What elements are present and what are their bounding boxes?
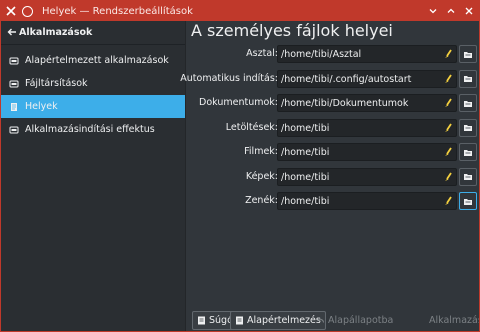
location-row: Filmek:/home/tibi bbox=[186, 143, 479, 161]
apply-button[interactable]: Alkalmazás bbox=[424, 311, 479, 330]
browse-folder-button[interactable] bbox=[459, 69, 477, 88]
location-path-value: /home/tibi/Dokumentumok bbox=[281, 98, 409, 109]
browse-folder-button[interactable] bbox=[459, 45, 477, 63]
clear-text-icon[interactable] bbox=[443, 147, 453, 158]
close-button[interactable] bbox=[462, 4, 476, 18]
browse-folder-button[interactable] bbox=[459, 167, 477, 186]
location-path-input[interactable]: /home/tibi/Dokumentumok bbox=[277, 94, 457, 112]
clear-text-icon[interactable] bbox=[443, 172, 453, 183]
sidebar-item-default-apps[interactable]: Alapértelmezett alkalmazások bbox=[1, 49, 185, 72]
window-title: Helyek — Rendszerbeállítások bbox=[42, 5, 193, 17]
location-path-value: /home/tibi bbox=[281, 171, 330, 183]
location-label: Asztal: bbox=[246, 48, 278, 59]
browse-folder-button[interactable] bbox=[459, 143, 477, 161]
folder-open-icon bbox=[464, 149, 472, 156]
app-icon bbox=[9, 126, 19, 133]
location-label: Letöltések: bbox=[225, 121, 278, 133]
help-icon bbox=[198, 316, 205, 325]
location-row: Asztal:/home/tibi/Asztal bbox=[186, 45, 479, 63]
location-path-input[interactable]: /home/tibi/Asztal bbox=[277, 45, 457, 63]
location-row: Zenék:/home/tibi bbox=[186, 192, 479, 210]
folder-open-icon bbox=[464, 125, 472, 131]
page-title: A személyes fájlok helyei bbox=[191, 21, 393, 40]
sidebar-divider bbox=[1, 44, 185, 45]
main-panel: A személyes fájlok helyei Asztal:/home/t… bbox=[180, 21, 479, 331]
sidebar-item-file-associations[interactable]: Fájltársítások bbox=[1, 72, 185, 95]
clear-text-icon[interactable] bbox=[443, 196, 453, 207]
browse-folder-button[interactable] bbox=[459, 94, 477, 112]
sidebar: Alkalmazások Alapértelmezett alkalmazáso… bbox=[1, 21, 185, 331]
clear-text-icon[interactable] bbox=[443, 49, 453, 60]
location-path-value: /home/tibi/.config/autostart bbox=[281, 73, 412, 85]
system-settings-icon[interactable] bbox=[5, 5, 17, 17]
sidebar-item-launch-feedback[interactable]: Alkalmazásindítási effektus bbox=[1, 118, 185, 141]
location-path-value: /home/tibi bbox=[281, 196, 330, 207]
folder-open-icon bbox=[464, 198, 472, 205]
minimize-button[interactable] bbox=[426, 4, 440, 18]
location-path-input[interactable]: /home/tibi bbox=[277, 192, 457, 210]
clear-text-icon[interactable] bbox=[443, 74, 453, 85]
location-path-input[interactable]: /home/tibi/.config/autostart bbox=[277, 69, 457, 88]
back-button[interactable]: Alkalmazások bbox=[1, 21, 185, 43]
sidebar-item-locations[interactable]: Helyek bbox=[1, 95, 185, 118]
location-label: Zenék: bbox=[245, 195, 278, 206]
location-row: Dokumentumok:/home/tibi/Dokumentumok bbox=[186, 94, 479, 112]
defaults-icon bbox=[236, 316, 243, 325]
keep-above-icon[interactable] bbox=[22, 5, 33, 17]
back-arrow-icon bbox=[7, 28, 16, 36]
location-row: Képek:/home/tibi bbox=[186, 167, 479, 186]
back-label: Alkalmazások bbox=[19, 26, 93, 38]
settings-window: Helyek — Rendszerbeállítások Alkalmazáso… bbox=[0, 0, 480, 332]
location-path-input[interactable]: /home/tibi bbox=[277, 118, 457, 137]
location-label: Képek: bbox=[245, 170, 278, 182]
location-row: Letöltések:/home/tibi bbox=[186, 118, 479, 137]
clear-text-icon[interactable] bbox=[443, 123, 453, 134]
folder-open-icon bbox=[464, 100, 472, 107]
undo-icon bbox=[317, 316, 324, 323]
folder-open-icon bbox=[464, 76, 472, 82]
browse-folder-button[interactable] bbox=[459, 192, 477, 210]
location-path-input[interactable]: /home/tibi bbox=[277, 143, 457, 161]
browse-folder-button[interactable] bbox=[459, 118, 477, 137]
app-icon bbox=[9, 80, 19, 87]
title-bar[interactable]: Helyek — Rendszerbeállítások bbox=[1, 1, 479, 21]
location-path-input[interactable]: /home/tibi bbox=[277, 167, 457, 186]
app-icon bbox=[9, 57, 19, 64]
location-label: Automatikus indítás: bbox=[180, 72, 278, 84]
location-row: Automatikus indítás:/home/tibi/.config/a… bbox=[180, 69, 479, 88]
clear-text-icon[interactable] bbox=[443, 98, 453, 109]
document-icon bbox=[11, 102, 17, 111]
location-path-value: /home/tibi bbox=[281, 122, 330, 134]
location-path-value: /home/tibi bbox=[281, 147, 330, 158]
maximize-button[interactable] bbox=[444, 4, 458, 18]
location-label: Dokumentumok: bbox=[199, 97, 278, 108]
folder-open-icon bbox=[464, 174, 472, 180]
location-label: Filmek: bbox=[244, 146, 278, 157]
location-path-value: /home/tibi/Asztal bbox=[281, 49, 362, 60]
folder-open-icon bbox=[464, 51, 472, 58]
reset-button[interactable]: Alapállapotba bbox=[311, 311, 398, 330]
